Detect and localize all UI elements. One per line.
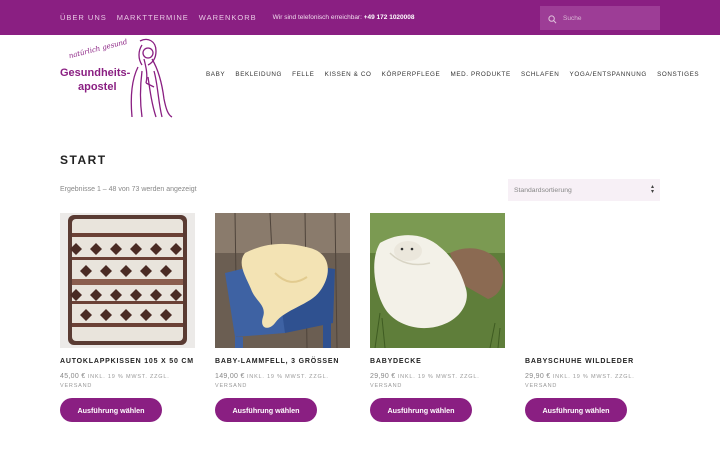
product-price-line: 29,90 € inkl. 19 % MwSt. zzgl. Versand — [525, 372, 660, 391]
product-price-line: 149,00 € inkl. 19 % MwSt. zzgl. Versand — [215, 372, 350, 391]
top-nav-markets[interactable]: Markttermine — [117, 13, 189, 22]
product-card: Babyschuhe Wildleder 29,90 € inkl. 19 % … — [525, 213, 660, 422]
product-tax-note: inkl. 19 % MwSt. zzgl. — [87, 374, 170, 380]
product-image[interactable] — [370, 213, 505, 348]
select-option-button[interactable]: Ausführung wählen — [370, 398, 472, 422]
product-price: 29,90 € — [525, 373, 551, 380]
nav-item-bekleidung[interactable]: Bekleidung — [235, 71, 282, 78]
main-nav: Baby Bekleidung Felle Kissen & Co Körper… — [206, 71, 699, 78]
product-card: Autoklappkissen 105 x 50 cm 45,00 € inkl… — [60, 213, 195, 422]
product-price: 29,90 € — [370, 373, 396, 380]
apostle-figure-icon — [130, 38, 173, 118]
site-logo[interactable]: natürlich gesund Gesundheits- apostel — [58, 37, 174, 119]
search-icon[interactable] — [548, 9, 557, 28]
product-name[interactable]: Babydecke — [370, 358, 505, 368]
select-option-button[interactable]: Ausführung wählen — [525, 398, 627, 422]
product-card: Baby-Lammfell, 3 Grössen 149,00 € inkl. … — [215, 213, 350, 422]
phone-label: Wir sind telefonisch erreichbar: — [272, 14, 362, 21]
page-title: START — [60, 153, 107, 167]
nav-item-yoga[interactable]: Yoga/Entspannung — [570, 71, 647, 78]
product-tax-note: inkl. 19 % MwSt. zzgl. — [246, 374, 329, 380]
product-card: Babydecke 29,90 € inkl. 19 % MwSt. zzgl.… — [370, 213, 505, 422]
product-name[interactable]: Baby-Lammfell, 3 Grössen — [215, 358, 350, 368]
nav-item-schlafen[interactable]: Schlafen — [521, 71, 559, 78]
select-option-button[interactable]: Ausführung wählen — [60, 398, 162, 422]
product-tax-note: inkl. 19 % MwSt. zzgl. — [552, 374, 635, 380]
product-image[interactable] — [60, 213, 195, 348]
top-nav-about[interactable]: Über uns — [60, 13, 107, 22]
search-box — [540, 6, 660, 30]
product-name[interactable]: Babyschuhe Wildleder — [525, 358, 660, 368]
result-count: Ergebnisse 1 – 48 von 73 werden angezeig… — [60, 186, 197, 193]
product-image[interactable] — [525, 213, 660, 348]
product-shipping-link[interactable]: Versand — [525, 383, 557, 389]
phone-info: Wir sind telefonisch erreichbar: +49 172… — [273, 14, 415, 21]
product-price: 45,00 € — [60, 373, 86, 380]
nav-item-sonstiges[interactable]: Sonstiges — [657, 71, 699, 78]
nav-item-baby[interactable]: Baby — [206, 71, 225, 78]
select-option-button[interactable]: Ausführung wählen — [215, 398, 317, 422]
product-price: 149,00 € — [215, 373, 245, 380]
product-shipping-link[interactable]: Versand — [370, 383, 402, 389]
product-shipping-link[interactable]: Versand — [215, 383, 247, 389]
top-nav-cart[interactable]: Warenkorb — [199, 13, 257, 22]
product-shipping-link[interactable]: Versand — [60, 383, 92, 389]
sort-select[interactable]: Standardsortierung ▴ ▾ — [508, 179, 660, 201]
nav-item-felle[interactable]: Felle — [292, 71, 314, 78]
product-tax-note: inkl. 19 % MwSt. zzgl. — [397, 374, 480, 380]
logo-text-line2: apostel — [78, 81, 117, 93]
nav-item-med-produkte[interactable]: Med. Produkte — [450, 71, 510, 78]
product-image[interactable] — [215, 213, 350, 348]
nav-item-kissen[interactable]: Kissen & Co — [325, 71, 372, 78]
select-arrows-icon: ▴ ▾ — [650, 184, 654, 195]
search-input[interactable] — [563, 14, 658, 22]
nav-item-koerperpflege[interactable]: Körperpflege — [382, 71, 441, 78]
product-price-line: 45,00 € inkl. 19 % MwSt. zzgl. Versand — [60, 372, 195, 391]
product-name[interactable]: Autoklappkissen 105 x 50 cm — [60, 358, 195, 368]
top-nav: Über uns Markttermine Warenkorb — [60, 13, 267, 22]
phone-number[interactable]: +49 172 1020008 — [364, 14, 415, 21]
top-bar: Über uns Markttermine Warenkorb Wir sind… — [0, 0, 720, 35]
sort-selected-value: Standardsortierung — [514, 186, 572, 194]
product-price-line: 29,90 € inkl. 19 % MwSt. zzgl. Versand — [370, 372, 505, 391]
